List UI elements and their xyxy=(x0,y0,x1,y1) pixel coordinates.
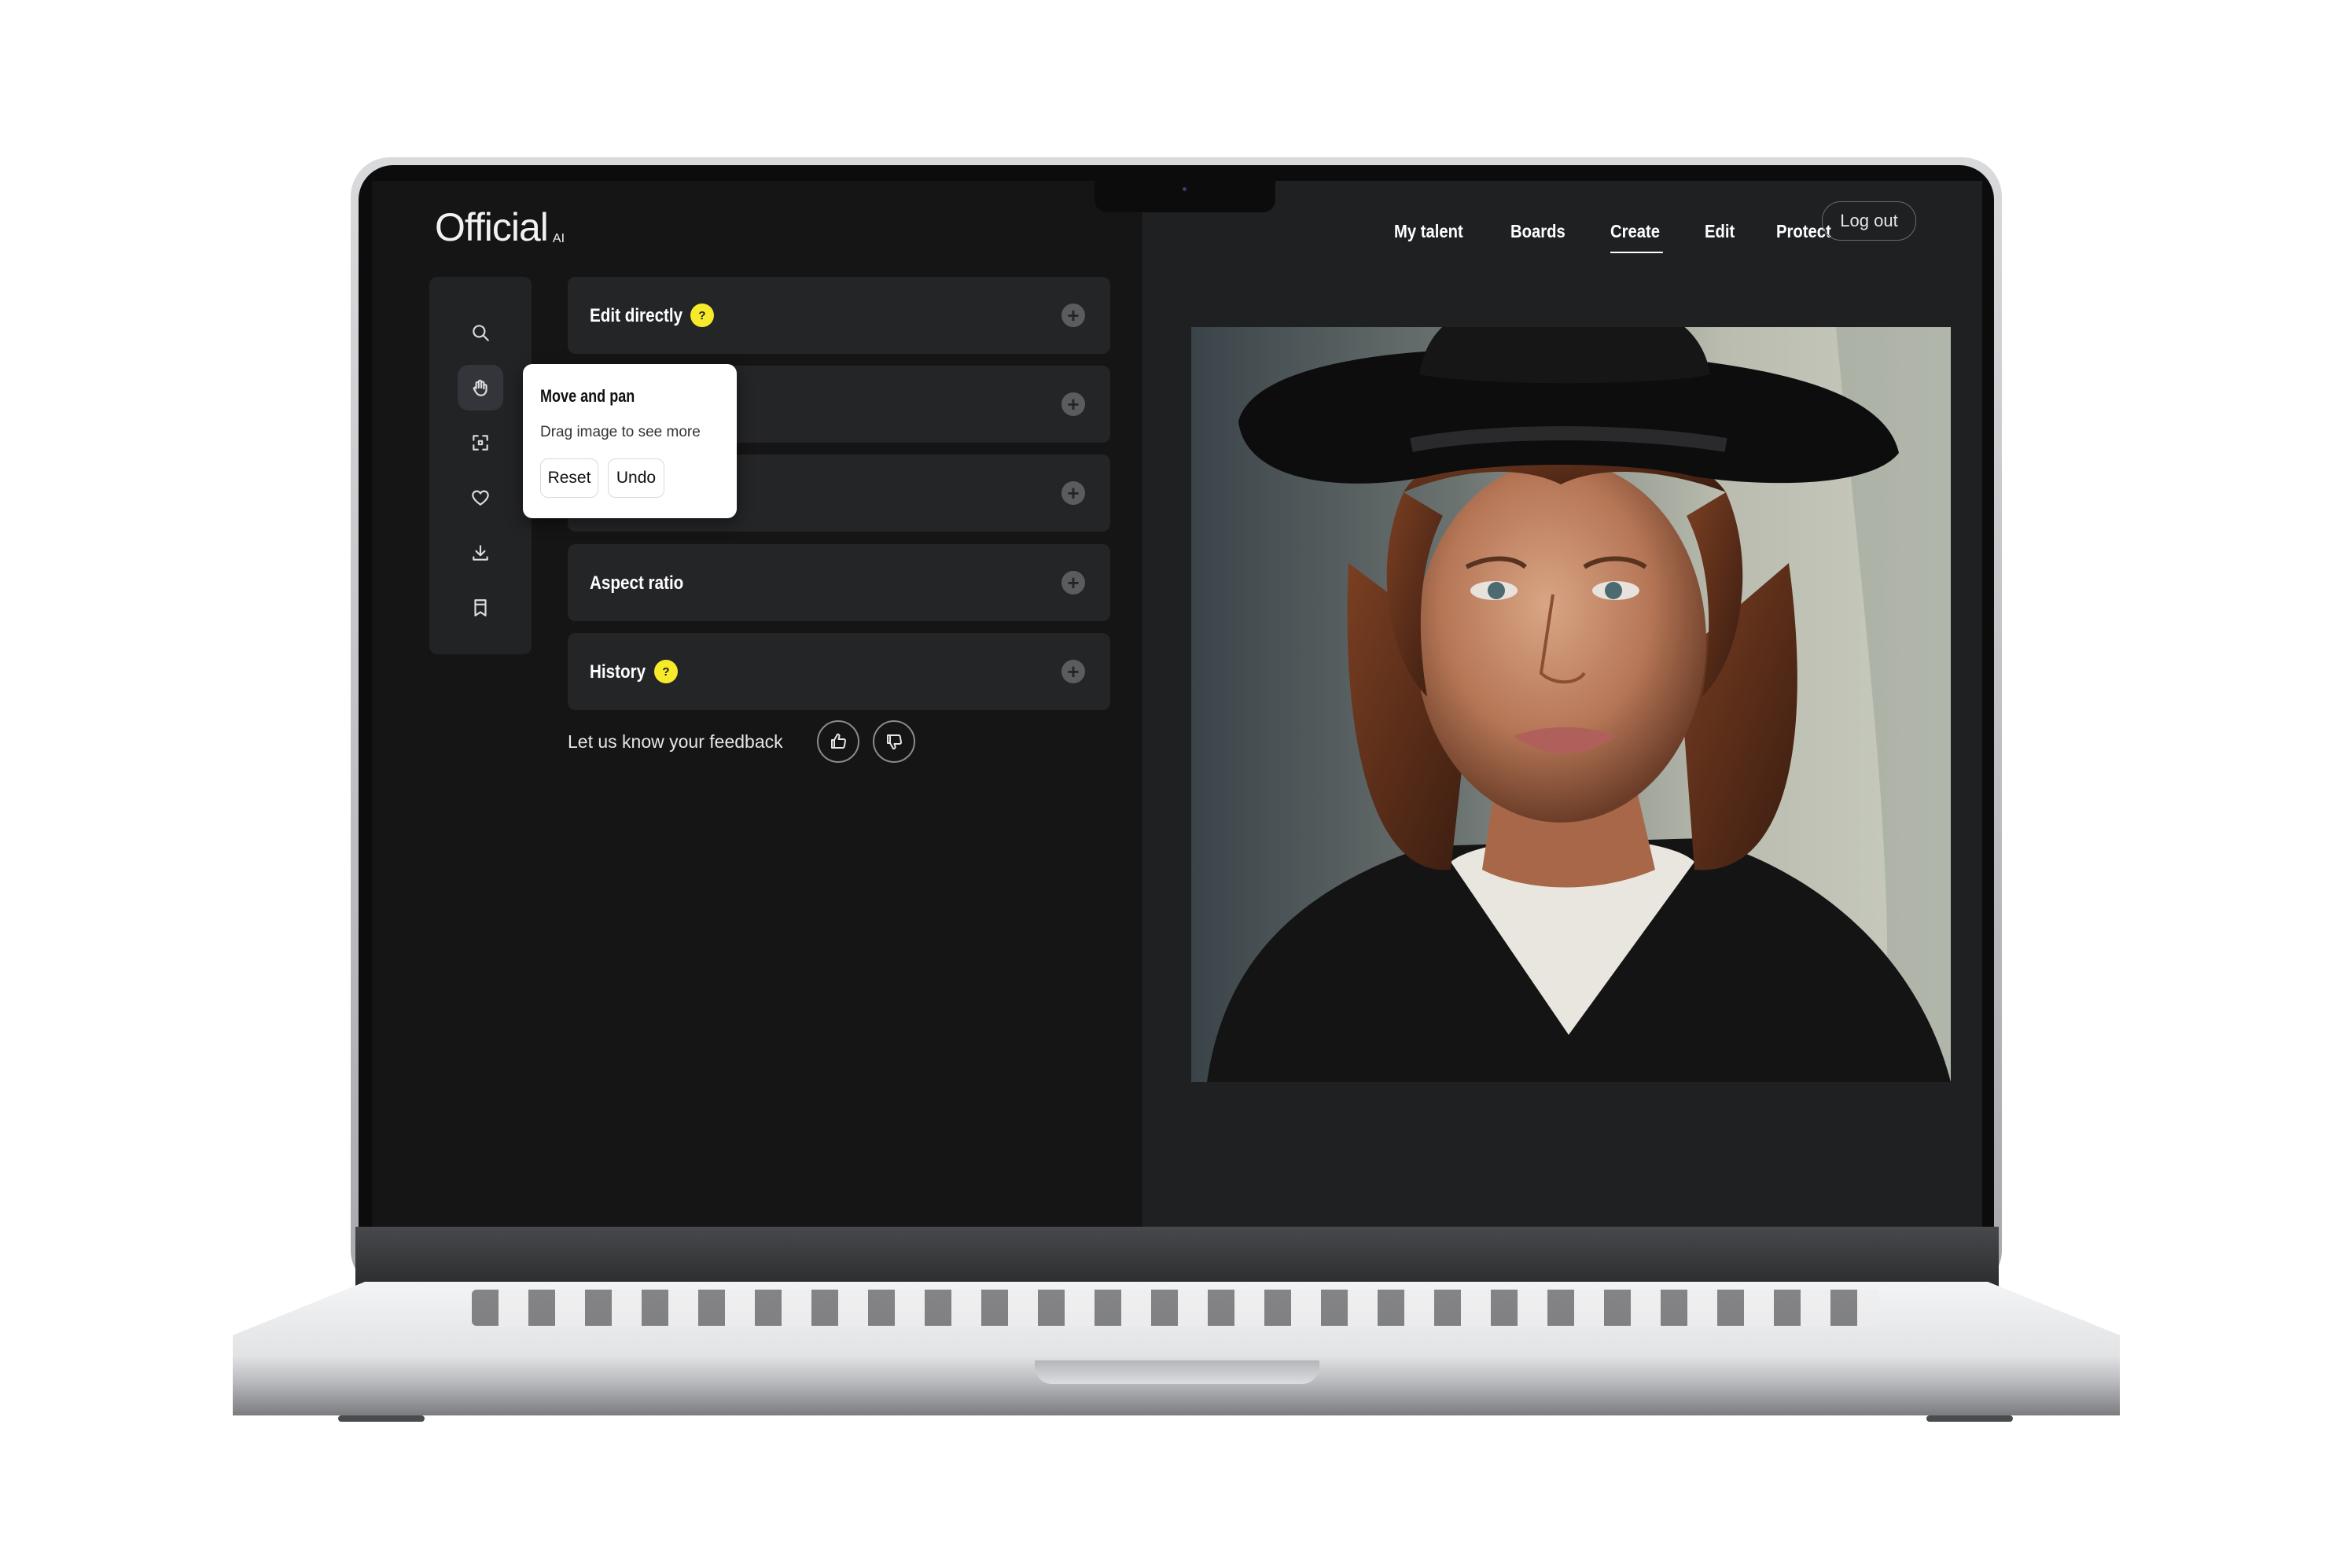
logo-superscript: AI xyxy=(552,232,565,245)
logo-text: Official xyxy=(435,205,549,249)
thumbs-up-icon xyxy=(831,733,846,749)
edit-directly-panel[interactable]: Edit directly ? + xyxy=(568,277,1110,354)
camera-notch xyxy=(1095,181,1275,212)
expand-icon[interactable]: + xyxy=(1061,571,1085,594)
help-icon[interactable]: ? xyxy=(690,304,714,327)
hand-tool[interactable] xyxy=(458,365,503,410)
app-logo[interactable]: Official AI xyxy=(435,204,565,250)
expand-icon[interactable]: + xyxy=(1061,481,1085,505)
undo-button[interactable]: Undo xyxy=(608,458,664,498)
hand-icon xyxy=(473,379,487,396)
tool-sidebar xyxy=(429,277,532,654)
panel-title: Aspect ratio xyxy=(590,572,684,594)
thumbs-down-icon xyxy=(887,734,902,750)
download-icon xyxy=(473,545,488,561)
nav-create[interactable]: Create xyxy=(1610,221,1663,253)
feedback-prompt: Let us know your feedback xyxy=(568,731,783,752)
favorite-tool[interactable] xyxy=(458,475,503,521)
top-nav: My talent Boards Create Edit Protect xyxy=(1394,208,1876,255)
bookmark-tool[interactable] xyxy=(458,585,503,631)
help-icon[interactable]: ? xyxy=(654,660,678,683)
reset-button[interactable]: Reset xyxy=(540,458,598,498)
select-icon xyxy=(473,435,488,451)
download-tool[interactable] xyxy=(458,530,503,576)
keyboard xyxy=(472,1290,1879,1326)
laptop-foot xyxy=(1926,1415,2013,1422)
expand-icon[interactable]: + xyxy=(1061,660,1085,683)
history-panel[interactable]: History ? + xyxy=(568,633,1110,710)
expand-icon[interactable]: + xyxy=(1061,304,1085,327)
aspect-ratio-panel[interactable]: Aspect ratio + xyxy=(568,544,1110,621)
expand-icon[interactable]: + xyxy=(1061,392,1085,416)
bookmark-icon xyxy=(474,599,487,617)
app-screen: Official AI My talent Boards Create Edit … xyxy=(372,181,1982,1227)
move-pan-tooltip: Move and pan Drag image to see more Rese… xyxy=(523,364,737,518)
thumbs-down-button[interactable] xyxy=(873,720,915,763)
nav-boards[interactable]: Boards xyxy=(1510,221,1565,242)
nav-my-talent[interactable]: My talent xyxy=(1394,221,1463,242)
search-icon xyxy=(473,325,489,341)
thumbs-up-button[interactable] xyxy=(817,720,859,763)
panel-title: Edit directly xyxy=(590,305,683,326)
trackpad-notch xyxy=(1035,1360,1319,1384)
logout-button[interactable]: Log out xyxy=(1822,201,1916,241)
heart-icon xyxy=(472,490,489,506)
generated-image[interactable] xyxy=(1191,327,1951,1082)
search-tool[interactable] xyxy=(458,310,503,355)
laptop-hinge xyxy=(355,1227,1999,1290)
tooltip-description: Drag image to see more xyxy=(540,424,701,440)
select-tool[interactable] xyxy=(458,420,503,466)
nav-edit[interactable]: Edit xyxy=(1705,221,1735,242)
panel-title: History xyxy=(590,661,646,683)
laptop-foot xyxy=(338,1415,425,1422)
camera-icon xyxy=(1183,187,1187,191)
portrait-illustration xyxy=(1207,327,1951,1082)
tooltip-title: Move and pan xyxy=(540,386,635,406)
